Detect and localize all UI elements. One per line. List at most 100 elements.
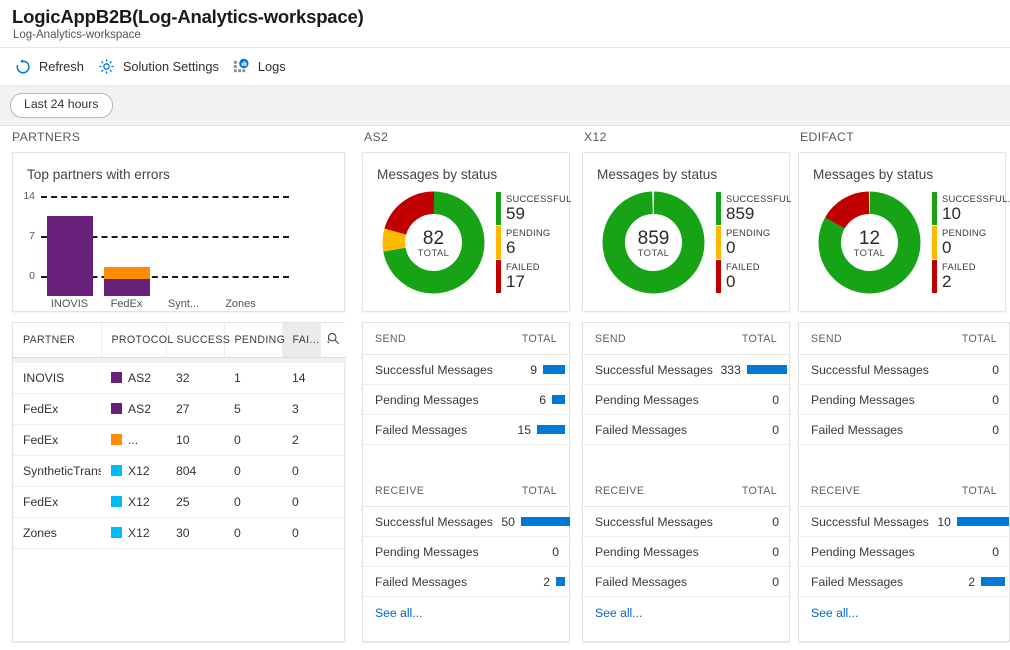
receive-heading: RECEIVE bbox=[375, 485, 425, 497]
time-range-filter[interactable]: Last 24 hours bbox=[10, 93, 113, 118]
y-tick-14: 14 bbox=[23, 190, 35, 202]
metric-value: 15 bbox=[517, 422, 531, 437]
metric-row-send-pending[interactable]: Pending Messages 0 bbox=[583, 385, 789, 415]
metric-label: Failed Messages bbox=[375, 574, 468, 589]
table-row[interactable]: Zones X12 30 0 0 bbox=[13, 517, 346, 549]
cell-protocol: X12 bbox=[101, 455, 166, 487]
metric-label: Failed Messages bbox=[595, 422, 688, 437]
receive-section-header: RECEIVE TOTAL bbox=[799, 475, 1009, 507]
edifact-donut-card: Messages by status 12 TOTAL SUCCESSFUL. … bbox=[798, 152, 1010, 312]
column-header-pending[interactable]: PENDING bbox=[224, 323, 285, 358]
column-header-protocol[interactable]: PROTOCOL bbox=[101, 323, 173, 358]
as2-messages-by-status-donut: 82 TOTAL SUCCESSFUL 59 PENDING 6 FAILED … bbox=[363, 190, 572, 302]
bar-segment-other bbox=[103, 267, 150, 279]
column-header-failed[interactable]: FAI... ↓ bbox=[282, 323, 331, 358]
cell-pending: 5 bbox=[224, 393, 282, 425]
chart-title: Messages by status bbox=[597, 167, 718, 182]
cell-pending: 0 bbox=[224, 486, 282, 518]
legend-value: 0 bbox=[726, 237, 736, 257]
legend-color-bar bbox=[716, 260, 721, 293]
protocol-color-swatch bbox=[111, 402, 122, 414]
protocol-color-swatch bbox=[111, 464, 122, 476]
metric-label: Pending Messages bbox=[811, 544, 915, 559]
cell-partner: Zones bbox=[13, 517, 101, 549]
edifact-messages-by-status-donut: 12 TOTAL SUCCESSFUL. 10 PENDING 0 FAILED… bbox=[799, 190, 1010, 302]
metric-row-receive-successful[interactable]: Successful Messages 10 bbox=[799, 507, 1009, 537]
metric-row-send-pending[interactable]: Pending Messages 6 bbox=[363, 385, 569, 415]
metric-bar bbox=[543, 365, 565, 374]
metric-row-send-pending[interactable]: Pending Messages 0 bbox=[799, 385, 1009, 415]
send-total-heading: TOTAL bbox=[741, 333, 777, 345]
table-row[interactable]: FedEx X12 25 0 0 bbox=[13, 486, 346, 518]
legend-color-bar bbox=[496, 260, 501, 293]
bar-segment-as2 bbox=[46, 216, 93, 296]
metric-row-receive-successful[interactable]: Successful Messages 50 bbox=[363, 507, 570, 537]
table-row[interactable]: INOVIS AS2 32 1 14 bbox=[13, 362, 346, 394]
metric-row-send-successful[interactable]: Successful Messages 333 bbox=[583, 355, 789, 385]
metric-label: Successful Messages bbox=[375, 362, 493, 377]
logs-button[interactable]: Logs bbox=[229, 48, 296, 85]
legend-value: 6 bbox=[506, 237, 516, 257]
metric-row-send-failed[interactable]: Failed Messages 15 bbox=[363, 415, 569, 445]
cell-success: 27 bbox=[166, 393, 224, 425]
command-toolbar: Refresh Solution Settings Logs bbox=[0, 48, 1010, 86]
metric-bar bbox=[746, 365, 787, 374]
x-label-synthetic: Synt... bbox=[167, 298, 200, 310]
receive-heading: RECEIVE bbox=[595, 485, 645, 497]
refresh-icon bbox=[14, 58, 32, 76]
donut-total-value: 12 bbox=[858, 228, 881, 249]
table-row[interactable]: FedEx AS2 27 5 3 bbox=[13, 393, 346, 425]
top-partners-chart-card: Top partners with errors 14 7 0 INOVIS F… bbox=[12, 152, 345, 312]
column-header-partner[interactable]: PARTNER bbox=[13, 323, 102, 358]
y-tick-7: 7 bbox=[29, 230, 35, 242]
cell-protocol: X12 bbox=[101, 486, 166, 518]
metric-row-send-successful[interactable]: Successful Messages 0 bbox=[799, 355, 1009, 385]
metric-row-send-successful[interactable]: Successful Messages 9 bbox=[363, 355, 569, 385]
bar-slot-zones[interactable] bbox=[212, 216, 269, 296]
column-edifact: EDIFACT Messages by status 12 TOTAL SUCC… bbox=[788, 126, 1010, 642]
metric-row-receive-failed[interactable]: Failed Messages 0 bbox=[583, 567, 789, 597]
metric-row-receive-pending[interactable]: Pending Messages 0 bbox=[583, 537, 789, 567]
refresh-button[interactable]: Refresh bbox=[10, 48, 94, 85]
table-row[interactable]: SyntheticTrans X12 804 0 0 bbox=[13, 455, 346, 487]
solution-settings-button[interactable]: Solution Settings bbox=[94, 48, 229, 85]
metric-row-receive-pending[interactable]: Pending Messages 0 bbox=[363, 537, 569, 567]
as2-metrics-card: SEND TOTAL Successful Messages 9 Pending… bbox=[362, 322, 570, 642]
partners-table-card: PARTNER PROTOCOL SUCCESS PENDING FAI... … bbox=[12, 322, 346, 642]
metric-value: 0 bbox=[552, 544, 559, 559]
legend-item-failed: FAILED 17 bbox=[496, 260, 572, 293]
cell-protocol-label: AS2 bbox=[128, 370, 152, 385]
cell-failed: 0 bbox=[282, 455, 346, 487]
metric-row-send-failed[interactable]: Failed Messages 0 bbox=[799, 415, 1009, 445]
metric-label: Failed Messages bbox=[595, 574, 688, 589]
column-as2: AS2 Messages by status 82 TOTAL SUCCESSF… bbox=[352, 126, 572, 642]
legend-color-bar bbox=[496, 192, 501, 225]
metric-label: Successful Messages bbox=[811, 362, 929, 377]
cell-success: 804 bbox=[166, 455, 224, 487]
legend-color-bar bbox=[932, 226, 937, 259]
receive-total-heading: TOTAL bbox=[741, 485, 777, 497]
metric-label: Successful Messages bbox=[375, 514, 493, 529]
metric-row-receive-failed[interactable]: Failed Messages 2 bbox=[799, 567, 1009, 597]
see-all-link[interactable]: See all... bbox=[363, 597, 569, 620]
bar-slot-synthetic[interactable] bbox=[155, 216, 212, 296]
see-all-link[interactable]: See all... bbox=[799, 597, 1009, 620]
bar-slot-inovis[interactable] bbox=[41, 216, 98, 296]
partners-table-body: INOVIS AS2 32 1 14 FedEx AS2 27 5 3 FedE… bbox=[13, 362, 346, 549]
bar-slot-fedex[interactable] bbox=[98, 216, 155, 296]
see-all-link[interactable]: See all... bbox=[583, 597, 789, 620]
column-header-success[interactable]: SUCCESS bbox=[166, 323, 230, 358]
metric-row-send-failed[interactable]: Failed Messages 0 bbox=[583, 415, 789, 445]
metric-row-receive-pending[interactable]: Pending Messages 0 bbox=[799, 537, 1009, 567]
metric-value: 0 bbox=[772, 514, 779, 529]
gridline-14 bbox=[41, 196, 289, 198]
protocol-color-swatch bbox=[111, 371, 122, 383]
cell-failed: 3 bbox=[282, 393, 346, 425]
x12-metrics-card: SEND TOTAL Successful Messages 333 Pendi… bbox=[582, 322, 790, 642]
table-row[interactable]: FedEx ... 10 0 2 bbox=[13, 424, 346, 456]
y-tick-0: 0 bbox=[29, 270, 35, 282]
metric-row-receive-successful[interactable]: Successful Messages 0 bbox=[583, 507, 789, 537]
donut-total-value: 859 bbox=[637, 228, 670, 249]
metric-row-receive-failed[interactable]: Failed Messages 2 bbox=[363, 567, 569, 597]
